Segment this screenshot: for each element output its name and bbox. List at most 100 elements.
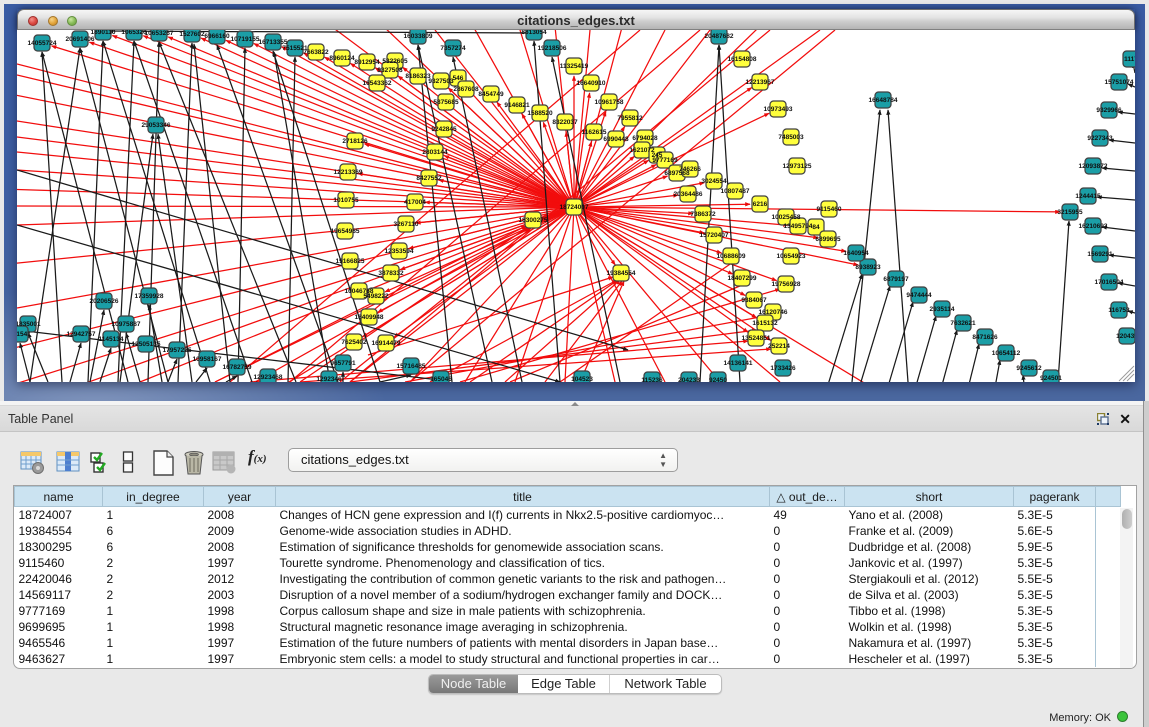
- svg-text:1244415: 1244415: [1075, 193, 1101, 200]
- svg-text:14136141: 14136141: [724, 360, 753, 367]
- svg-text:18724007: 18724007: [560, 204, 589, 211]
- svg-text:9329966: 9329966: [1096, 107, 1122, 114]
- svg-text:16782759: 16782759: [223, 364, 252, 371]
- svg-text:8938923: 8938923: [855, 264, 881, 271]
- svg-text:991541: 991541: [17, 331, 31, 338]
- svg-text:18409948: 18409948: [355, 314, 384, 321]
- svg-text:417004: 417004: [404, 199, 426, 206]
- svg-text:15716485: 15716485: [397, 363, 426, 370]
- svg-text:1569291: 1569291: [1087, 251, 1113, 258]
- svg-text:15720407: 15720407: [700, 232, 729, 239]
- svg-text:3878332: 3878332: [378, 270, 404, 277]
- svg-text:7357274: 7357274: [440, 45, 466, 52]
- svg-text:104523: 104523: [571, 376, 593, 382]
- svg-text:5875685: 5875685: [433, 99, 459, 106]
- svg-text:12973125: 12973125: [783, 163, 812, 170]
- svg-text:12942757: 12942757: [67, 331, 96, 338]
- svg-text:10025458: 10025458: [772, 214, 801, 221]
- svg-text:19166825: 19166825: [336, 258, 365, 265]
- svg-text:16914479: 16914479: [372, 340, 401, 347]
- svg-text:116753: 116753: [1108, 307, 1130, 314]
- svg-text:20691406: 20691406: [66, 36, 95, 43]
- svg-text:16640910: 16640910: [577, 80, 606, 87]
- svg-text:9327503: 9327503: [428, 78, 454, 85]
- svg-text:115236: 115236: [641, 377, 663, 382]
- svg-text:924501: 924501: [1040, 375, 1062, 382]
- svg-text:165046: 165046: [430, 376, 452, 382]
- svg-text:1145134: 1145134: [99, 336, 124, 343]
- svg-text:20487682: 20487682: [705, 33, 734, 40]
- svg-text:19384554: 19384554: [607, 270, 636, 277]
- svg-text:1527602: 1527602: [179, 31, 205, 38]
- svg-text:8454749: 8454749: [478, 91, 504, 98]
- svg-text:14055724: 14055724: [28, 40, 57, 47]
- svg-text:16648784: 16648784: [869, 97, 898, 104]
- svg-text:10958167: 10958167: [193, 356, 222, 363]
- svg-text:10688609: 10688609: [717, 253, 746, 260]
- svg-text:9474444: 9474444: [906, 292, 932, 299]
- svg-text:20206526: 20206526: [90, 298, 119, 305]
- svg-text:9245612: 9245612: [1016, 365, 1042, 372]
- svg-text:6899695: 6899695: [815, 236, 841, 243]
- svg-text:8912954: 8912954: [354, 59, 380, 66]
- svg-text:8427552: 8427552: [416, 175, 442, 182]
- svg-text:19654985: 19654985: [331, 228, 360, 235]
- svg-text:1890110: 1890110: [91, 30, 116, 36]
- svg-text:12213369: 12213369: [334, 169, 363, 176]
- svg-text:1065326: 1065326: [121, 30, 147, 36]
- svg-text:12353594: 12353594: [385, 248, 414, 255]
- svg-text:15751074: 15751074: [1105, 79, 1134, 86]
- svg-text:10654923: 10654923: [777, 253, 806, 260]
- svg-text:17016504: 17016504: [1095, 279, 1124, 286]
- svg-text:9777169: 9777169: [652, 157, 678, 164]
- svg-text:252214: 252214: [768, 343, 790, 350]
- svg-text:1733426: 1733426: [770, 365, 796, 372]
- svg-text:7955812: 7955812: [617, 115, 643, 122]
- svg-text:6879197: 6879197: [883, 276, 909, 283]
- svg-text:6216: 6216: [753, 201, 768, 208]
- svg-text:9146821: 9146821: [504, 102, 530, 109]
- svg-text:84: 84: [812, 224, 820, 231]
- svg-text:8813054: 8813054: [521, 30, 547, 36]
- svg-text:8471626: 8471626: [972, 334, 998, 341]
- svg-text:19218506: 19218506: [538, 45, 567, 52]
- svg-text:2867608: 2867608: [453, 86, 479, 93]
- svg-text:3024554: 3024554: [701, 178, 727, 185]
- svg-text:9242845: 9242845: [431, 126, 457, 133]
- svg-text:2718126: 2718126: [342, 138, 368, 145]
- svg-text:19756928: 19756928: [772, 281, 801, 288]
- svg-text:1640954: 1640954: [843, 250, 869, 257]
- svg-text:17957225: 17957225: [163, 347, 192, 354]
- svg-text:10973493: 10973493: [764, 106, 793, 113]
- svg-text:9227343: 9227343: [1087, 135, 1113, 142]
- svg-text:6794028: 6794028: [632, 135, 658, 142]
- svg-text:10807487: 10807487: [721, 188, 750, 195]
- svg-text:7625402: 7625402: [341, 339, 367, 346]
- svg-text:5322605: 5322605: [382, 58, 408, 65]
- svg-text:7485003: 7485003: [778, 134, 804, 141]
- svg-text:6990448: 6990448: [603, 136, 629, 143]
- svg-text:18407299: 18407299: [728, 275, 757, 282]
- svg-text:10653267: 10653267: [145, 30, 174, 37]
- svg-text:13524851: 13524851: [742, 335, 771, 342]
- svg-text:120435: 120435: [1116, 333, 1135, 340]
- svg-text:204233: 204233: [678, 377, 700, 382]
- svg-text:7632621: 7632621: [950, 320, 976, 327]
- svg-text:10046768: 10046768: [345, 288, 374, 295]
- svg-text:9657791: 9657791: [330, 360, 356, 367]
- svg-text:12505135: 12505135: [132, 341, 161, 348]
- svg-text:546: 546: [453, 75, 464, 82]
- svg-text:1117: 1117: [1124, 56, 1135, 63]
- svg-text:10961758: 10961758: [595, 99, 624, 106]
- svg-text:3215955: 3215955: [1057, 209, 1083, 216]
- svg-text:9115460: 9115460: [817, 206, 842, 213]
- svg-text:29053346: 29053346: [142, 122, 171, 129]
- svg-text:9384067: 9384067: [741, 297, 767, 304]
- svg-text:9327508: 9327508: [377, 67, 403, 74]
- svg-text:1292346: 1292346: [316, 376, 342, 382]
- svg-text:2803144: 2803144: [422, 149, 448, 156]
- svg-text:12213967: 12213967: [746, 79, 775, 86]
- svg-text:16120746: 16120746: [759, 309, 788, 316]
- svg-text:8322037: 8322037: [552, 119, 578, 126]
- svg-text:1162615: 1162615: [582, 129, 607, 136]
